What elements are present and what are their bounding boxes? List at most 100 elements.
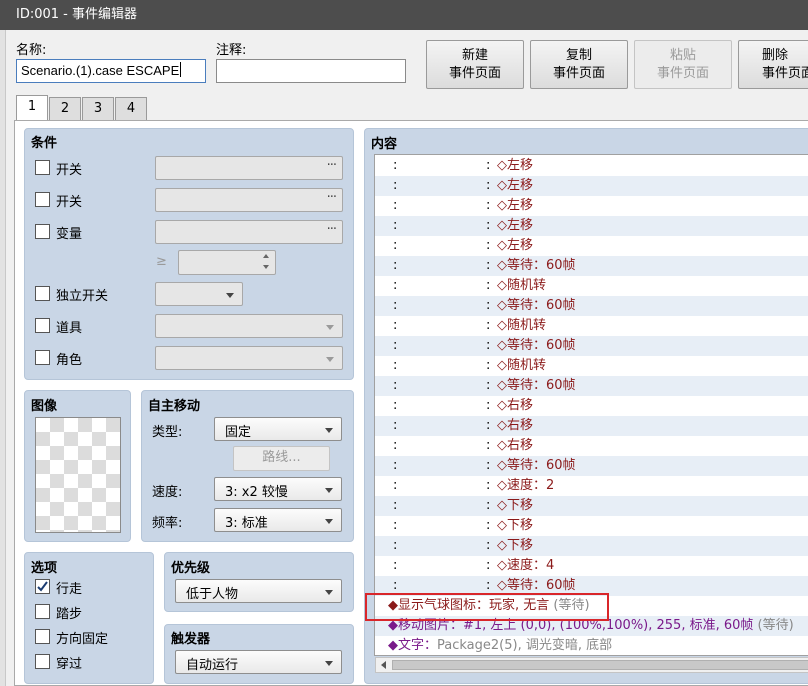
list-item[interactable]: :: ◇速度：4 xyxy=(375,556,808,576)
speed-value: 3: x2 较慢 xyxy=(225,485,288,500)
separator-colon: : xyxy=(486,218,491,233)
tab-page-4[interactable]: 4 xyxy=(115,97,147,121)
list-item[interactable]: :: ◇等待：60帧 xyxy=(375,256,808,276)
command-list[interactable]: :: ◇左移:: ◇左移:: ◇左移:: ◇左移:: ◇左移:: ◇等待：60帧:: ◇随机转… xyxy=(374,154,808,656)
actor-select[interactable] xyxy=(155,346,343,370)
indent-colon: : xyxy=(393,458,398,473)
list-item[interactable]: :: ◇下移 xyxy=(375,516,808,536)
tab-page-2[interactable]: 2 xyxy=(49,97,81,121)
switch2-select[interactable]: ··· xyxy=(155,188,343,212)
indent-colon: : xyxy=(393,258,398,273)
stepping-label: 踏步 xyxy=(56,607,83,622)
list-item[interactable]: :: ◇速度：2 xyxy=(375,476,808,496)
move-command-text: ◇等待：60帧 xyxy=(497,378,576,393)
direction-fix-checkbox[interactable] xyxy=(35,629,50,644)
stepping-checkbox[interactable] xyxy=(35,604,50,619)
paste-page-button-line2: 事件页面 xyxy=(656,66,709,81)
copy-page-button-line1: 复制 xyxy=(565,48,592,63)
window-title: ID:001 - 事件编辑器 xyxy=(16,7,137,22)
picture-command-wait: (等待) xyxy=(753,618,794,633)
separator-colon: : xyxy=(486,178,491,193)
move-command-text: ◇下移 xyxy=(497,498,533,513)
list-item[interactable]: :: ◇左移 xyxy=(375,216,808,236)
delete-page-button[interactable]: 删除 事件页面 xyxy=(738,40,808,89)
window-title-bar: ID:001 - 事件编辑器 xyxy=(0,0,808,30)
list-item[interactable]: :: ◇等待：60帧 xyxy=(375,456,808,476)
speed-select[interactable]: 3: x2 较慢 xyxy=(214,477,342,501)
list-item[interactable]: :: ◇右移 xyxy=(375,416,808,436)
scroll-left-icon[interactable] xyxy=(381,661,386,669)
paste-page-button[interactable]: 粘贴 事件页面 xyxy=(634,40,732,89)
actor-checkbox[interactable] xyxy=(35,350,50,365)
list-item-text[interactable]: ◆文字：Package2(5), 调光变暗, 底部 xyxy=(375,636,808,655)
list-item[interactable]: :: ◇左移 xyxy=(375,236,808,256)
switch1-checkbox[interactable] xyxy=(35,160,50,175)
copy-page-button[interactable]: 复制 事件页面 xyxy=(530,40,628,89)
scrollbar-thumb[interactable] xyxy=(392,660,808,670)
spinner-up-icon[interactable] xyxy=(263,254,269,258)
paste-page-button-line1: 粘贴 xyxy=(669,48,696,63)
text-cursor xyxy=(180,62,182,77)
name-input[interactable]: Scenario.(1).case ESCAPE xyxy=(16,59,206,83)
walking-label: 行走 xyxy=(56,582,83,597)
note-input[interactable] xyxy=(216,59,406,83)
horizontal-scrollbar[interactable] xyxy=(375,657,808,673)
item-checkbox[interactable] xyxy=(35,318,50,333)
priority-value: 低于人物 xyxy=(186,587,239,602)
move-command-text: ◇等待：60帧 xyxy=(497,258,576,273)
variable-checkbox[interactable] xyxy=(35,224,50,239)
list-item[interactable]: :: ◇随机转 xyxy=(375,316,808,336)
tab-page-3[interactable]: 3 xyxy=(82,97,114,121)
switch1-select[interactable]: ··· xyxy=(155,156,343,180)
indent-colon: : xyxy=(393,218,398,233)
tab-page-1[interactable]: 1 xyxy=(16,95,48,121)
list-item[interactable]: :: ◇左移 xyxy=(375,176,808,196)
chevron-down-icon xyxy=(325,488,333,493)
image-title: 图像 xyxy=(31,399,58,414)
list-item[interactable]: :: ◇等待：60帧 xyxy=(375,296,808,316)
route-button[interactable]: 路线... xyxy=(233,446,330,471)
list-item[interactable]: :: ◇左移 xyxy=(375,196,808,216)
self-switch-checkbox[interactable] xyxy=(35,286,50,301)
indent-colon: : xyxy=(393,438,398,453)
ge-symbol: ≥ xyxy=(156,254,167,269)
list-item[interactable]: :: ◇下移 xyxy=(375,496,808,516)
move-type-select[interactable]: 固定 xyxy=(214,417,342,441)
indent-colon: : xyxy=(393,158,398,173)
separator-colon: : xyxy=(486,198,491,213)
indent-colon: : xyxy=(393,278,398,293)
variable-select[interactable]: ··· xyxy=(155,220,343,244)
walking-checkbox[interactable] xyxy=(35,579,50,594)
list-item[interactable]: :: ◇右移 xyxy=(375,396,808,416)
separator-colon: : xyxy=(486,438,491,453)
list-item[interactable]: :: ◇右移 xyxy=(375,436,808,456)
spinner-down-icon[interactable] xyxy=(263,265,269,269)
direction-fix-label: 方向固定 xyxy=(56,632,109,647)
separator-colon: : xyxy=(486,518,491,533)
item-select[interactable] xyxy=(155,314,343,338)
list-item[interactable]: :: ◇左移 xyxy=(375,156,808,176)
list-item[interactable]: :: ◇等待：60帧 xyxy=(375,336,808,356)
list-item[interactable]: :: ◇随机转 xyxy=(375,356,808,376)
indent-colon: : xyxy=(393,358,398,373)
self-switch-select[interactable] xyxy=(155,282,243,306)
chevron-down-icon xyxy=(326,325,334,330)
indent-colon: : xyxy=(393,298,398,313)
indent-colon: : xyxy=(393,418,398,433)
through-checkbox[interactable] xyxy=(35,654,50,669)
frequency-select[interactable]: 3: 标准 xyxy=(214,508,342,532)
list-item[interactable]: :: ◇下移 xyxy=(375,536,808,556)
priority-select[interactable]: 低于人物 xyxy=(175,579,342,603)
frequency-value: 3: 标准 xyxy=(225,516,268,531)
variable-value-spinner[interactable] xyxy=(178,250,276,275)
trigger-select[interactable]: 自动运行 xyxy=(175,650,342,674)
move-command-text: ◇下移 xyxy=(497,538,533,553)
list-item[interactable]: :: ◇等待：60帧 xyxy=(375,376,808,396)
conditions-title: 条件 xyxy=(31,136,58,151)
new-page-button[interactable]: 新建 事件页面 xyxy=(426,40,524,89)
chevron-down-icon xyxy=(226,293,234,298)
self-switch-label: 独立开关 xyxy=(56,289,109,304)
character-image-preview[interactable] xyxy=(35,417,121,533)
switch2-checkbox[interactable] xyxy=(35,192,50,207)
list-item[interactable]: :: ◇随机转 xyxy=(375,276,808,296)
